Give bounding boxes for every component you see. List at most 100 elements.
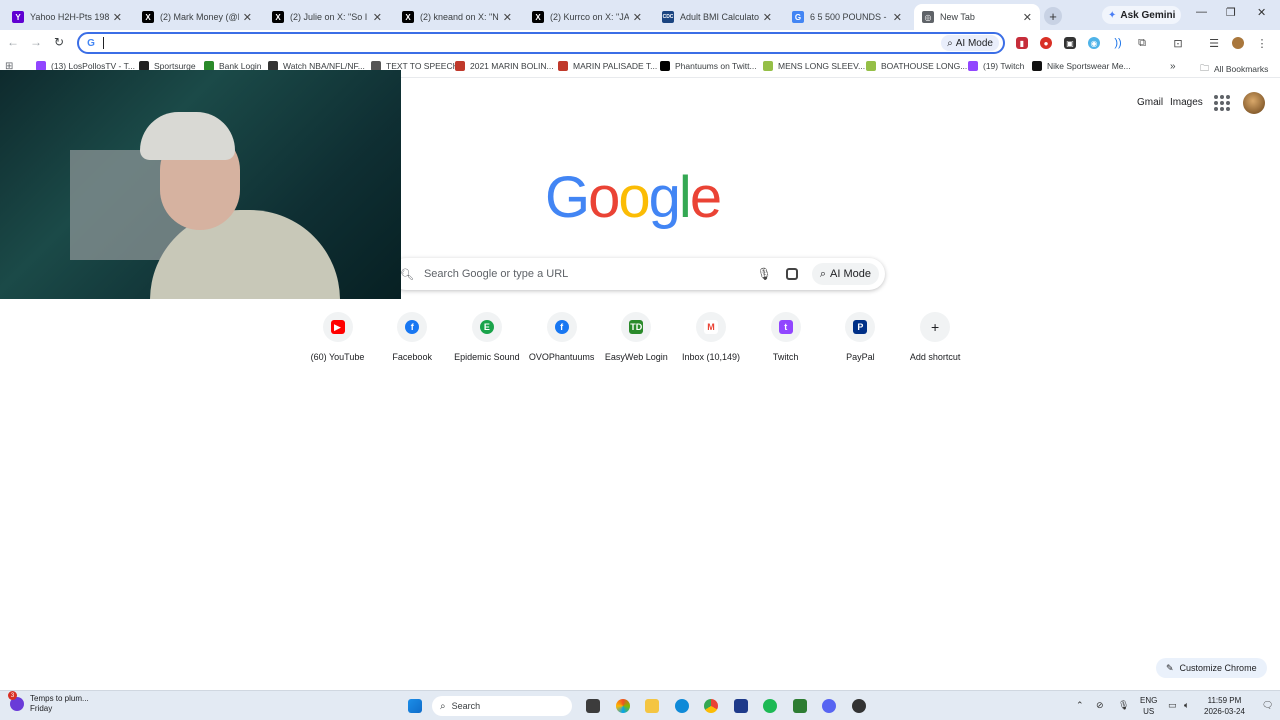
menu-kebab-icon[interactable]: ⋮ (1256, 37, 1268, 50)
spotify-icon[interactable] (763, 699, 777, 713)
windows-start-icon[interactable] (408, 699, 422, 713)
shortcut-label: Add shortcut (909, 352, 961, 362)
browser-tab[interactable]: G 6 5 500 POUNDS - Goo ✕ (784, 4, 910, 30)
images-link[interactable]: Images (1170, 97, 1203, 108)
x-icon: X (272, 11, 284, 23)
side-panel-icon[interactable]: ☰ (1208, 37, 1220, 50)
tab-search-icon[interactable]: ⊡ (1172, 37, 1184, 50)
x-icon: X (142, 11, 154, 23)
browser-tab[interactable]: CDC Adult BMI Calculator | C ✕ (654, 4, 780, 30)
forward-icon[interactable]: → (30, 35, 42, 49)
gmail-link[interactable]: Gmail (1137, 97, 1163, 108)
bookmark-item[interactable]: BOATHOUSE LONG... (866, 61, 967, 71)
tray-overflow-icon[interactable]: ⌃ (1076, 700, 1084, 711)
all-bookmarks-button[interactable]: 🗀 All Bookmarks (1200, 61, 1268, 77)
bookmarks-overflow-icon[interactable]: » (1170, 61, 1176, 72)
browser-tab[interactable]: ◎ New Tab ✕ (914, 4, 1040, 30)
shortcuts-grid: ▶ (60) YouTube f Facebook E Epidemic Sound f OV… (300, 312, 972, 372)
shortcut-tile[interactable]: M Inbox (10,149) (674, 312, 749, 362)
bookmark-item[interactable]: MARIN PALISADE T... (558, 61, 657, 71)
ntp-search-placeholder[interactable]: Search Google or type a URL (424, 268, 757, 280)
extensions-puzzle-icon[interactable]: ⧉ (1136, 37, 1148, 49)
customize-chrome-button[interactable]: ✎ Customize Chrome (1156, 658, 1267, 678)
tab-close-icon[interactable]: ✕ (373, 11, 382, 24)
tab-close-icon[interactable]: ✕ (503, 11, 512, 24)
notification-icon[interactable]: 🗨︎ (1262, 700, 1273, 711)
tab-close-icon[interactable]: ✕ (1023, 11, 1032, 24)
shortcut-tile[interactable]: E Epidemic Sound (449, 312, 524, 362)
ai-mode-button[interactable]: ⌕ AI Mode (811, 263, 879, 285)
shortcut-tile[interactable]: f Facebook (375, 312, 450, 362)
shortcut-tile[interactable]: + Add shortcut (898, 312, 973, 362)
shortcut-tile[interactable]: t Twitch (748, 312, 823, 362)
bookmark-item[interactable]: (19) Twitch (968, 61, 1024, 71)
extension-stop-icon[interactable]: ● (1040, 37, 1052, 49)
browser-tab[interactable]: X (2) kneand on X: "NEW ✕ (394, 4, 520, 30)
tab-title: (2) kneand on X: "NEW (420, 12, 499, 22)
bookmark-item[interactable]: MENS LONG SLEEV... (763, 61, 865, 71)
microphone-icon[interactable]: 🎙︎ (757, 267, 772, 281)
profile-avatar-icon[interactable] (1232, 37, 1244, 49)
clock[interactable]: 11:59 PM 2026-03-24 (1204, 695, 1245, 717)
tray-microphone-icon[interactable]: 🎙︎ (1118, 700, 1129, 711)
extension-box-icon[interactable]: ▣ (1064, 37, 1076, 49)
account-avatar[interactable] (1243, 92, 1265, 114)
shortcut-tile[interactable]: ▶ (60) YouTube (300, 312, 375, 362)
browser-tab[interactable]: X (2) Kurrco on X: "JAY-Z ✕ (524, 4, 650, 30)
xbox-icon[interactable] (793, 699, 807, 713)
extension-wave-icon[interactable]: )) (1112, 37, 1124, 49)
extension-blue-icon[interactable]: ◉ (1088, 37, 1100, 49)
app-monitor-icon[interactable] (734, 699, 748, 713)
tab-close-icon[interactable]: ✕ (113, 11, 122, 24)
x-icon (660, 61, 670, 71)
shortcut-tile[interactable]: P PayPal (823, 312, 898, 362)
address-input[interactable] (106, 37, 1003, 49)
tab-close-icon[interactable]: ✕ (633, 11, 642, 24)
bookmark-item[interactable]: Phantuums on Twitt... (660, 61, 757, 71)
ask-gemini-label: Ask Gemini (1120, 9, 1176, 21)
bookmark-item[interactable]: 2021 MARIN BOLIN... (455, 61, 554, 71)
tab-close-icon[interactable]: ✕ (243, 11, 252, 24)
browser-tab[interactable]: Y Yahoo H2H-Pts 198229 ✕ (4, 4, 130, 30)
chrome-icon[interactable] (704, 699, 718, 713)
volume-icon[interactable]: 🔈︎ (1184, 700, 1189, 711)
obs-icon[interactable] (852, 699, 866, 713)
google-lens-icon[interactable] (785, 268, 798, 280)
edge-icon[interactable] (675, 699, 689, 713)
omnibox-ai-mode-button[interactable]: ⌕ AI Mode (941, 35, 999, 51)
taskbar-search[interactable]: ⌕ Search (432, 696, 572, 716)
logo-letter: o (618, 165, 650, 230)
file-explorer-icon[interactable] (645, 699, 659, 713)
browser-tab[interactable]: X (2) Mark Money (@Mar ✕ (134, 4, 260, 30)
close-window-icon[interactable]: ✕ (1257, 6, 1266, 19)
weather-widget[interactable]: 3 Temps to plum... Friday (8, 691, 89, 714)
address-bar[interactable]: G ⌕ AI Mode (77, 32, 1005, 54)
google-apps-icon[interactable] (1214, 95, 1230, 111)
ntp-search-box[interactable]: 🔍︎ Search Google or type a URL 🎙︎ ⌕ AI M… (390, 258, 885, 290)
restore-icon[interactable]: ❐ (1226, 6, 1236, 19)
browser-tab[interactable]: X (2) Julie on X: "So I ord ✕ (264, 4, 390, 30)
twitch-icon (968, 61, 978, 71)
extension-red-icon[interactable]: ▮ (1016, 37, 1028, 49)
new-tab-button[interactable]: + (1044, 7, 1062, 25)
display-icon[interactable]: ▭ (1168, 700, 1177, 711)
shortcut-icon-circle: M (696, 312, 726, 342)
discord-icon[interactable] (822, 699, 836, 713)
bookmark-item[interactable]: Nike Sportswear Me... (1032, 61, 1131, 71)
copilot-icon[interactable] (616, 699, 630, 713)
shortcut-tile[interactable]: f OVOPhantuums (524, 312, 599, 362)
weather-icon: 3 (8, 691, 24, 711)
language-indicator[interactable]: ENG US (1140, 695, 1157, 717)
task-view-icon[interactable] (586, 699, 600, 713)
network-icon[interactable]: ⊘ (1096, 700, 1104, 711)
weather-line-1: Temps to plum... (30, 694, 89, 703)
chrome-icon: ◎ (922, 11, 934, 23)
tab-close-icon[interactable]: ✕ (893, 11, 902, 24)
minimize-icon[interactable]: — (1196, 6, 1207, 18)
tab-close-icon[interactable]: ✕ (763, 11, 772, 24)
shortcut-tile[interactable]: TD EasyWeb Login (599, 312, 674, 362)
text-caret (103, 37, 104, 49)
ask-gemini-button[interactable]: ✦ Ask Gemini (1102, 6, 1182, 24)
reload-icon[interactable]: ↻ (54, 35, 64, 49)
back-icon[interactable]: ← (7, 35, 19, 49)
